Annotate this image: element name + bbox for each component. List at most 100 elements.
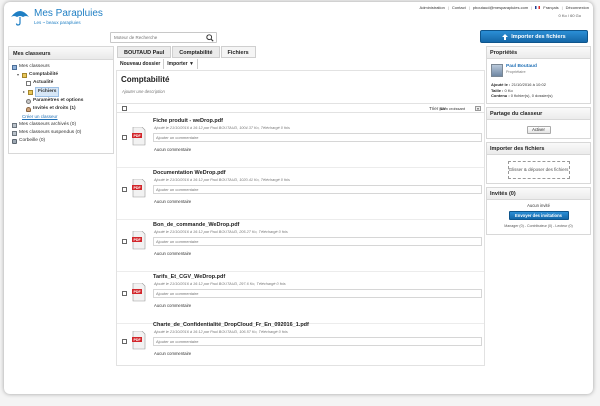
- file-name-link[interactable]: Tarifs_Et_CGV_WeDrop.pdf: [153, 274, 225, 280]
- file-meta: Ajouté le 21/10/2016 à 16:12 par Paul BO…: [154, 126, 290, 130]
- drop-zone[interactable]: Glisser & déposer des fichiers: [507, 161, 570, 179]
- suspended-icon: [12, 130, 17, 136]
- file-name-link[interactable]: Bon_de_commande_WeDrop.pdf: [153, 222, 239, 228]
- tree-item-archives[interactable]: Mes classeurs archivés (0): [12, 121, 110, 129]
- tree-item-label: Actualité: [33, 80, 54, 85]
- contents-value: 0 fichier(s), 0 dossier(s): [510, 93, 553, 98]
- no-comment-text: Aucun commentaire: [154, 303, 192, 308]
- sort-bar: Trier par Nom croissant ▾: [117, 103, 484, 113]
- search-input[interactable]: [111, 33, 203, 42]
- file-checkbox[interactable]: [122, 187, 127, 192]
- import-dropdown-button[interactable]: Importer ▼: [164, 59, 198, 69]
- tree-item-parametres[interactable]: Paramètres et options: [12, 97, 110, 105]
- file-row: PDF Charte_de_Confidentialité_DropCloud_…: [117, 320, 484, 372]
- pdf-file-icon[interactable]: PDF: [132, 179, 146, 198]
- classeurs-tree: Mes classeurs ▾ Comptabilité Actualité ▸…: [9, 60, 113, 148]
- app-window: Administration | Contact | pboutaud@mesp…: [4, 2, 593, 394]
- comment-input[interactable]: [154, 238, 481, 245]
- share-panel: Partage du classeur Activer: [486, 107, 591, 139]
- tree-item-fichiers[interactable]: ▸ Fichiers: [12, 87, 110, 97]
- tree-item-root[interactable]: Mes classeurs: [12, 63, 110, 71]
- comment-box: [153, 289, 482, 298]
- file-checkbox[interactable]: [122, 239, 127, 244]
- svg-text:PDF: PDF: [134, 186, 142, 190]
- properties-details: Ajouté le : 21/10/2016 à 10:02 Taille : …: [491, 82, 553, 99]
- tree-item-comptabilite[interactable]: ▾ Comptabilité: [12, 71, 110, 79]
- file-checkbox[interactable]: [122, 339, 127, 344]
- flag-icon[interactable]: [535, 5, 541, 9]
- file-meta: Ajouté le 21/10/2016 à 16:12 par Paul BO…: [154, 230, 288, 234]
- brand[interactable]: Mes Parapluies Les ~ beaux parapluies: [10, 8, 103, 26]
- pdf-file-icon[interactable]: PDF: [132, 127, 146, 146]
- comment-input[interactable]: [154, 338, 481, 345]
- import-files-button[interactable]: Importer des fichiers: [480, 30, 588, 43]
- file-name-link[interactable]: Documentation WeDrop.pdf: [153, 170, 226, 176]
- tree-item-label: Comptabilité: [29, 72, 59, 77]
- svg-text:PDF: PDF: [134, 290, 142, 294]
- activate-share-button[interactable]: Activer: [526, 126, 551, 134]
- breadcrumb-item-classeur[interactable]: Comptabilité: [172, 46, 220, 58]
- create-classeur-link[interactable]: Créer un classeur: [12, 113, 110, 121]
- user-email[interactable]: pboutaud@mesparapluies.com: [473, 5, 528, 10]
- owner-role: Propriétaire: [506, 70, 526, 74]
- expand-icon[interactable]: ▸: [23, 88, 26, 96]
- separator: |: [531, 4, 533, 10]
- file-checkbox[interactable]: [122, 135, 127, 140]
- file-name-link[interactable]: Charte_de_Confidentialité_DropCloud_Fr_E…: [153, 322, 309, 328]
- sort-select[interactable]: Nom croissant: [439, 106, 465, 111]
- tree-item-suspendus[interactable]: Mes classeurs suspendus (0): [12, 129, 110, 137]
- roles-summary: Manager (0) - Contributeur (0) - Lecteur…: [504, 224, 573, 228]
- tree-item-actualite[interactable]: Actualité: [12, 79, 110, 87]
- panel-title: Mes classeurs: [9, 47, 113, 60]
- separator: |: [561, 4, 563, 10]
- breadcrumb: BOUTAUD Paul Comptabilité Fichiers: [117, 46, 257, 58]
- admin-link[interactable]: Administration: [420, 5, 445, 10]
- tree-item-label: Mes classeurs suspendus (0): [19, 130, 82, 135]
- send-invitations-button[interactable]: Envoyer des invitations: [508, 211, 569, 220]
- create-classeur-label: Créer un classeur: [22, 114, 58, 119]
- no-comment-text: Aucun commentaire: [154, 147, 192, 152]
- comment-input[interactable]: [154, 134, 481, 141]
- breadcrumb-item-current[interactable]: Fichiers: [220, 46, 256, 58]
- file-row: PDF Fiche produit - weDrop.pdf Ajouté le…: [117, 116, 484, 168]
- contact-link[interactable]: Contact: [452, 5, 466, 10]
- brand-links[interactable]: Les ~ beaux parapluies: [34, 20, 103, 25]
- language-select[interactable]: Français: [543, 5, 558, 10]
- import-panel-title: Importer des fichiers: [487, 143, 590, 155]
- logout-link[interactable]: Déconnexion: [566, 5, 589, 10]
- collapse-icon[interactable]: ▾: [17, 71, 20, 79]
- file-row: PDF Tarifs_Et_CGV_WeDrop.pdf Ajouté le 2…: [117, 272, 484, 324]
- users-icon: [26, 106, 31, 112]
- breadcrumb-item-user[interactable]: BOUTAUD Paul: [117, 46, 172, 58]
- file-actions-bar: Nouveau dossier Importer ▼: [117, 59, 198, 69]
- add-description-link[interactable]: Ajouter une description: [122, 89, 165, 94]
- file-name-link[interactable]: Fiche produit - weDrop.pdf: [153, 118, 223, 124]
- home-icon: [12, 64, 17, 70]
- file-list-panel: Comptabilité Ajouter une description Tri…: [116, 70, 485, 366]
- trash-icon: [12, 138, 17, 144]
- folder-icon: [28, 89, 33, 95]
- owner-name-link[interactable]: Paul Boutaud: [506, 64, 537, 69]
- comment-box: [153, 237, 482, 246]
- pdf-file-icon[interactable]: PDF: [132, 231, 146, 250]
- page-title: Comptabilité: [121, 75, 170, 84]
- tree-item-invites[interactable]: Invités et droits (1): [12, 105, 110, 113]
- pdf-file-icon[interactable]: PDF: [132, 283, 146, 302]
- pdf-file-icon[interactable]: PDF: [132, 331, 146, 350]
- search-icon[interactable]: [206, 34, 214, 42]
- tree-item-corbeille[interactable]: Corbeille (0): [12, 137, 110, 145]
- select-all-checkbox[interactable]: [122, 106, 127, 111]
- new-folder-button[interactable]: Nouveau dossier: [117, 59, 165, 69]
- file-checkbox[interactable]: [122, 291, 127, 296]
- tree-item-label: Mes classeurs archivés (0): [19, 122, 77, 127]
- sort-dropdown-icon[interactable]: ▾: [475, 106, 481, 111]
- comment-input[interactable]: [154, 290, 481, 297]
- no-comment-text: Aucun commentaire: [154, 351, 192, 356]
- contents-label: Contenu :: [491, 93, 510, 98]
- umbrella-logo-icon: [11, 11, 29, 26]
- size-value: 0 Ko: [504, 87, 513, 93]
- separator: |: [447, 4, 449, 10]
- comment-input[interactable]: [154, 186, 481, 193]
- binder-icon: [22, 72, 27, 78]
- added-label: Ajouté le :: [491, 82, 511, 87]
